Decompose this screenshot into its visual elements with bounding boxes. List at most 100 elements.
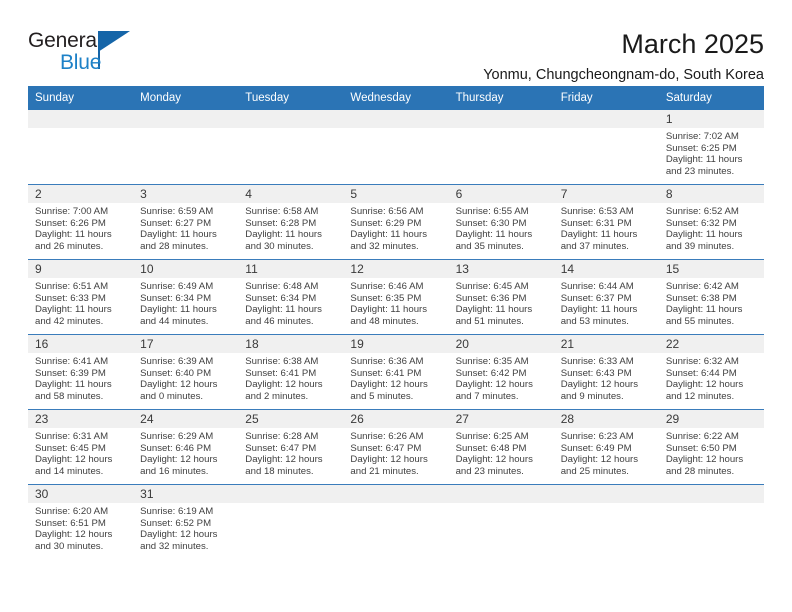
calendar-day-cell[interactable]: 28 Sunrise: 6:23 AM Sunset: 6:49 PM Dayligh… xyxy=(553,409,659,485)
day-number xyxy=(28,110,134,128)
calendar-day-cell[interactable]: 4 Sunrise: 6:58 AM Sunset: 6:28 PM Daylight… xyxy=(238,184,344,260)
day-number: 12 xyxy=(343,260,449,278)
sunrise-time: Sunrise: 6:32 AM xyxy=(665,356,739,367)
day-details: Sunrise: 6:44 AM Sunset: 6:37 PM Daylight:… xyxy=(554,278,659,327)
sunrise-sunset-calendar: Sunday Monday Tuesday Wednesday Thursday… xyxy=(28,86,764,559)
sunrise-time: Sunrise: 6:29 AM xyxy=(140,431,214,442)
calendar-day-cell[interactable]: 15 Sunrise: 6:42 AM Sunset: 6:38 PM Dayligh… xyxy=(658,259,764,335)
calendar-day-cell[interactable]: 3 Sunrise: 6:59 AM Sunset: 6:27 PM Daylight… xyxy=(133,184,239,260)
sunset-time: Sunset: 6:29 PM xyxy=(350,217,422,229)
calendar-day-cell[interactable]: 27 Sunrise: 6:25 AM Sunset: 6:48 PM Dayligh… xyxy=(448,409,554,485)
sunset-time: Sunset: 6:33 PM xyxy=(35,292,106,304)
location-subtitle: Yonmu, Chungcheongnam-do, South Korea xyxy=(483,66,764,83)
day-number: 26 xyxy=(343,410,449,428)
daylight-duration-line2: and 23 minutes. xyxy=(455,465,524,477)
weekday-header-tuesday: Tuesday xyxy=(238,86,344,110)
calendar-day-cell[interactable]: 24 Sunrise: 6:29 AM Sunset: 6:46 PM Dayligh… xyxy=(133,409,239,485)
daylight-duration-line2: and 30 minutes. xyxy=(245,240,314,252)
day-number: 16 xyxy=(28,335,134,353)
calendar-day-cell[interactable]: 18 Sunrise: 6:38 AM Sunset: 6:41 PM Dayligh… xyxy=(238,334,344,410)
calendar-day-cell[interactable]: 26 Sunrise: 6:26 AM Sunset: 6:47 PM Dayligh… xyxy=(343,409,449,485)
day-details: Sunrise: 6:33 AM Sunset: 6:43 PM Daylight:… xyxy=(554,353,659,402)
weekday-header-wednesday: Wednesday xyxy=(343,86,449,110)
daylight-duration-line1: Daylight: 11 hours xyxy=(35,229,112,241)
calendar-day-cell[interactable]: 29 Sunrise: 6:22 AM Sunset: 6:50 PM Dayligh… xyxy=(658,409,764,485)
calendar-day-cell[interactable]: 19 Sunrise: 6:36 AM Sunset: 6:41 PM Dayligh… xyxy=(343,334,449,410)
calendar-day-cell-empty xyxy=(448,110,554,185)
calendar-day-cell[interactable]: 23 Sunrise: 6:31 AM Sunset: 6:45 PM Dayligh… xyxy=(28,409,134,485)
calendar-week-row: 1 Sunrise: 7:02 AM Sunset: 6:25 PM Daylight… xyxy=(28,110,764,185)
sunset-time: Sunset: 6:43 PM xyxy=(560,367,632,379)
calendar-day-cell[interactable]: 1 Sunrise: 7:02 AM Sunset: 6:25 PM Daylight… xyxy=(658,110,764,185)
daylight-duration-line1: Daylight: 11 hours xyxy=(245,229,322,241)
sunset-time: Sunset: 6:32 PM xyxy=(665,217,737,229)
calendar-day-cell[interactable]: 9 Sunrise: 6:51 AM Sunset: 6:33 PM Daylight… xyxy=(28,259,134,335)
sunset-time: Sunset: 6:52 PM xyxy=(140,517,212,529)
calendar-day-cell[interactable]: 10 Sunrise: 6:49 AM Sunset: 6:34 PM Dayligh… xyxy=(133,259,239,335)
day-number: 17 xyxy=(133,335,239,353)
sunrise-time: Sunrise: 6:23 AM xyxy=(560,431,634,442)
calendar-body: 1 Sunrise: 7:02 AM Sunset: 6:25 PM Daylight… xyxy=(28,110,764,559)
sunrise-time: Sunrise: 6:56 AM xyxy=(350,206,424,217)
calendar-day-cell[interactable]: 22 Sunrise: 6:32 AM Sunset: 6:44 PM Dayligh… xyxy=(658,334,764,410)
calendar-day-cell[interactable]: 5 Sunrise: 6:56 AM Sunset: 6:29 PM Daylight… xyxy=(343,184,449,260)
day-details: Sunrise: 6:23 AM Sunset: 6:49 PM Daylight:… xyxy=(554,428,659,477)
sunrise-time: Sunrise: 6:41 AM xyxy=(35,356,109,367)
sunrise-time: Sunrise: 6:28 AM xyxy=(245,431,319,442)
day-number: 29 xyxy=(658,410,764,428)
daylight-duration-line2: and 58 minutes. xyxy=(35,390,104,402)
calendar-day-cell[interactable]: 14 Sunrise: 6:44 AM Sunset: 6:37 PM Dayligh… xyxy=(553,259,659,335)
sunset-time: Sunset: 6:47 PM xyxy=(245,442,317,454)
calendar-day-cell[interactable]: 31 Sunrise: 6:19 AM Sunset: 6:52 PM Dayligh… xyxy=(133,484,239,559)
sunrise-time: Sunrise: 6:58 AM xyxy=(245,206,319,217)
daylight-duration-line1: Daylight: 11 hours xyxy=(35,379,112,391)
sunrise-time: Sunrise: 6:46 AM xyxy=(350,281,424,292)
day-number: 6 xyxy=(448,185,554,203)
sunrise-time: Sunrise: 6:38 AM xyxy=(245,356,319,367)
day-details: Sunrise: 6:32 AM Sunset: 6:44 PM Daylight:… xyxy=(659,353,764,402)
calendar-day-cell[interactable]: 13 Sunrise: 6:45 AM Sunset: 6:36 PM Dayligh… xyxy=(448,259,554,335)
calendar-day-cell[interactable]: 30 Sunrise: 6:20 AM Sunset: 6:51 PM Dayligh… xyxy=(28,484,134,559)
calendar-day-cell[interactable]: 8 Sunrise: 6:52 AM Sunset: 6:32 PM Daylight… xyxy=(658,184,764,260)
day-number: 31 xyxy=(133,485,239,503)
sunset-time: Sunset: 6:31 PM xyxy=(560,217,632,229)
sunrise-time: Sunrise: 6:36 AM xyxy=(350,356,424,367)
daylight-duration-line1: Daylight: 12 hours xyxy=(560,379,639,391)
daylight-duration-line2: and 2 minutes. xyxy=(245,390,309,402)
sunset-time: Sunset: 6:48 PM xyxy=(455,442,527,454)
calendar-day-cell-empty xyxy=(658,484,764,559)
calendar-day-cell[interactable]: 17 Sunrise: 6:39 AM Sunset: 6:40 PM Dayligh… xyxy=(133,334,239,410)
general-blue-logo[interactable]: General Blue xyxy=(28,30,140,80)
day-details: Sunrise: 6:59 AM Sunset: 6:27 PM Daylight:… xyxy=(133,203,238,252)
day-number xyxy=(553,110,659,128)
calendar-day-cell[interactable]: 2 Sunrise: 7:00 AM Sunset: 6:26 PM Daylight… xyxy=(28,184,134,260)
daylight-duration-line2: and 12 minutes. xyxy=(665,390,735,402)
page-title: March 2025 xyxy=(621,29,764,59)
day-details: Sunrise: 6:31 AM Sunset: 6:45 PM Daylight:… xyxy=(28,428,133,477)
calendar-week-row: 23 Sunrise: 6:31 AM Sunset: 6:45 PM Dayligh… xyxy=(28,409,764,485)
day-number: 24 xyxy=(133,410,239,428)
calendar-day-cell[interactable]: 16 Sunrise: 6:41 AM Sunset: 6:39 PM Dayligh… xyxy=(28,334,134,410)
calendar-week-row: 30 Sunrise: 6:20 AM Sunset: 6:51 PM Dayligh… xyxy=(28,484,764,559)
sunset-time: Sunset: 6:40 PM xyxy=(140,367,212,379)
logo-text-blue: Blue xyxy=(60,51,102,74)
calendar-day-cell[interactable]: 20 Sunrise: 6:35 AM Sunset: 6:42 PM Dayligh… xyxy=(448,334,554,410)
sunrise-time: Sunrise: 6:51 AM xyxy=(35,281,109,292)
calendar-day-cell[interactable]: 12 Sunrise: 6:46 AM Sunset: 6:35 PM Dayligh… xyxy=(343,259,449,335)
day-number xyxy=(343,110,449,128)
calendar-day-cell[interactable]: 25 Sunrise: 6:28 AM Sunset: 6:47 PM Dayligh… xyxy=(238,409,344,485)
daylight-duration-line2: and 0 minutes. xyxy=(140,390,204,402)
sunset-time: Sunset: 6:47 PM xyxy=(350,442,422,454)
calendar-day-cell[interactable]: 11 Sunrise: 6:48 AM Sunset: 6:34 PM Dayligh… xyxy=(238,259,344,335)
calendar-day-cell[interactable]: 7 Sunrise: 6:53 AM Sunset: 6:31 PM Daylight… xyxy=(553,184,659,260)
day-details: Sunrise: 6:28 AM Sunset: 6:47 PM Daylight:… xyxy=(238,428,343,477)
daylight-duration-line1: Daylight: 11 hours xyxy=(455,304,533,316)
calendar-day-cell[interactable]: 6 Sunrise: 6:55 AM Sunset: 6:30 PM Daylight… xyxy=(448,184,554,260)
daylight-duration-line2: and 32 minutes. xyxy=(140,540,209,552)
daylight-duration-line1: Daylight: 11 hours xyxy=(140,229,217,241)
calendar-day-cell-empty xyxy=(28,110,134,185)
calendar-day-cell[interactable]: 21 Sunrise: 6:33 AM Sunset: 6:43 PM Dayligh… xyxy=(553,334,659,410)
day-number: 3 xyxy=(133,185,239,203)
daylight-duration-line2: and 21 minutes. xyxy=(350,465,419,477)
day-number: 25 xyxy=(238,410,344,428)
